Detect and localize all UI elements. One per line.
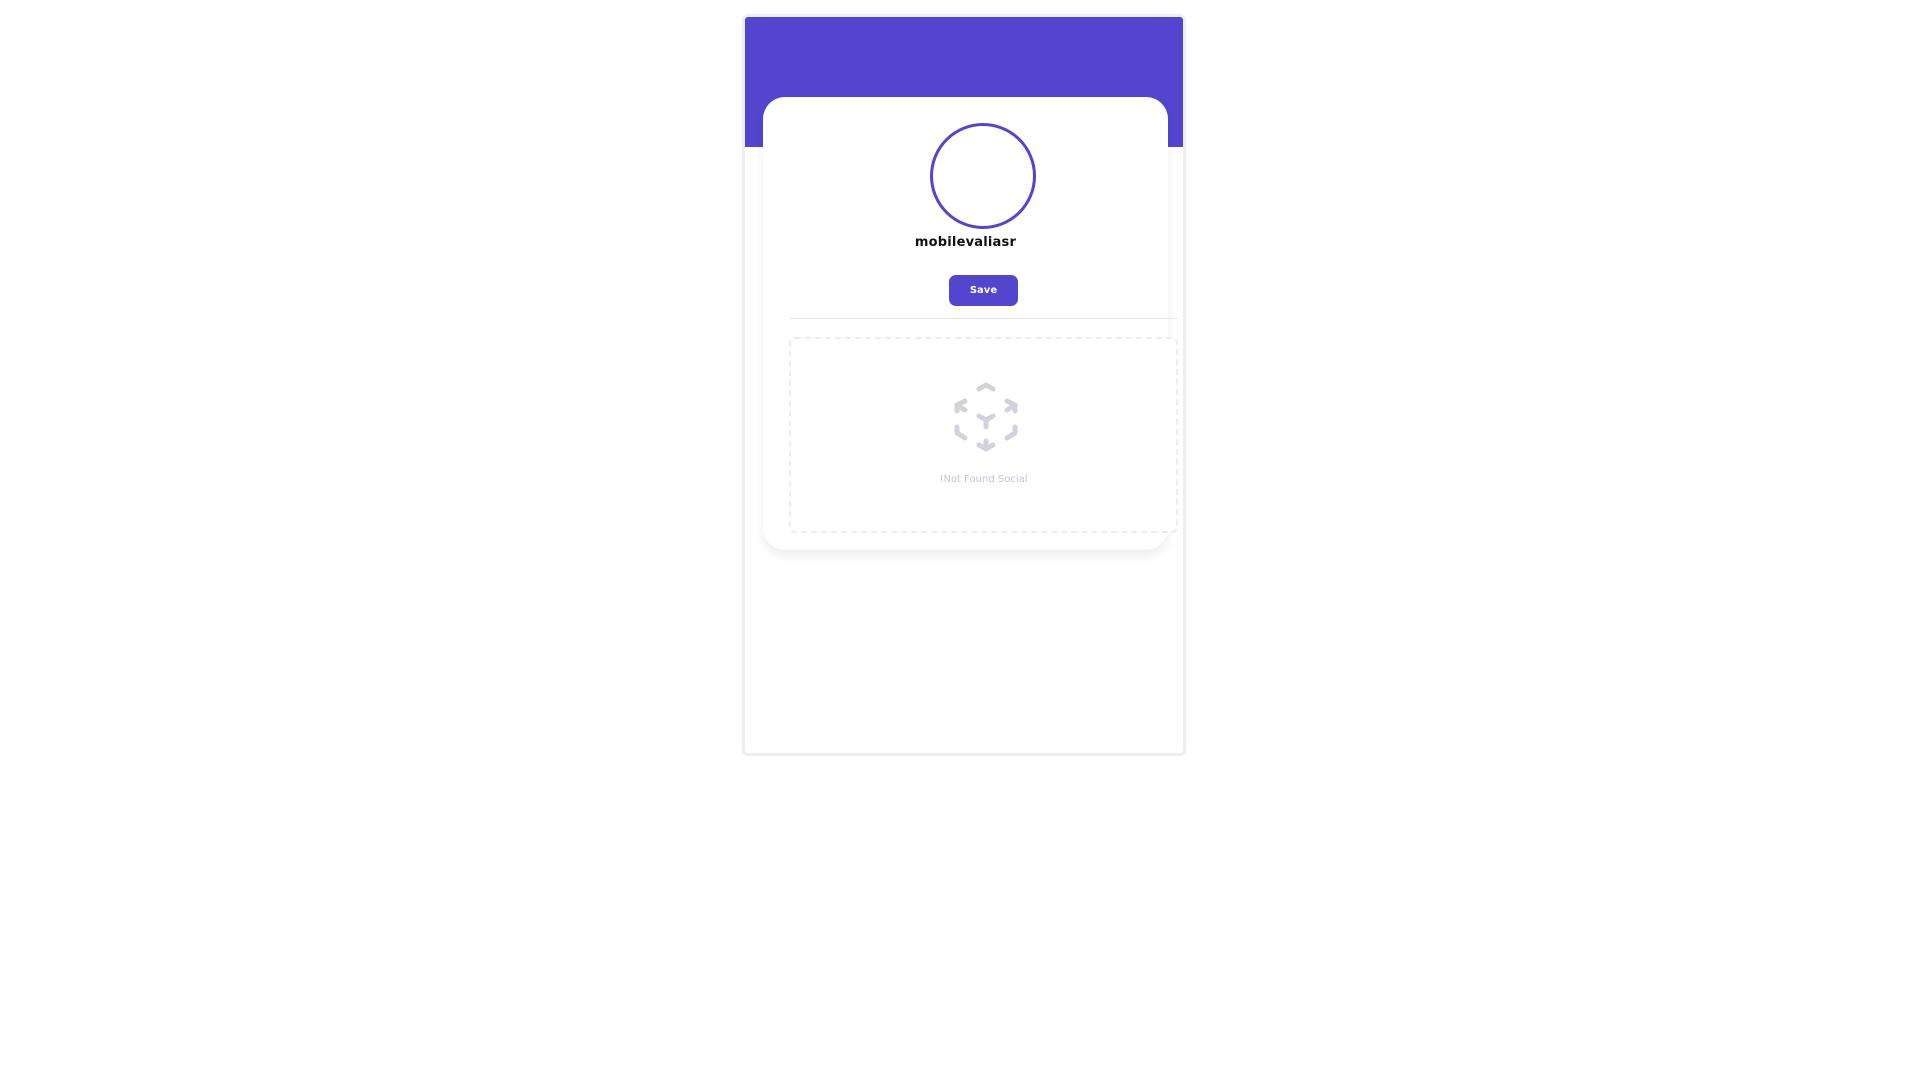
avatar[interactable] bbox=[930, 123, 1036, 229]
social-links-empty-state: !Not Found Social bbox=[789, 337, 1178, 533]
empty-state-text: !Not Found Social bbox=[939, 474, 1028, 485]
profile-preview-frame: mobilevaliasr Save !Not Found Social bbox=[742, 14, 1186, 756]
section-divider bbox=[789, 318, 1178, 319]
dashed-cube-icon bbox=[954, 382, 1018, 452]
profile-card: mobilevaliasr Save !Not Found Social bbox=[763, 97, 1178, 550]
username-label: mobilevaliasr bbox=[914, 235, 1017, 250]
save-button[interactable]: Save bbox=[949, 275, 1018, 306]
